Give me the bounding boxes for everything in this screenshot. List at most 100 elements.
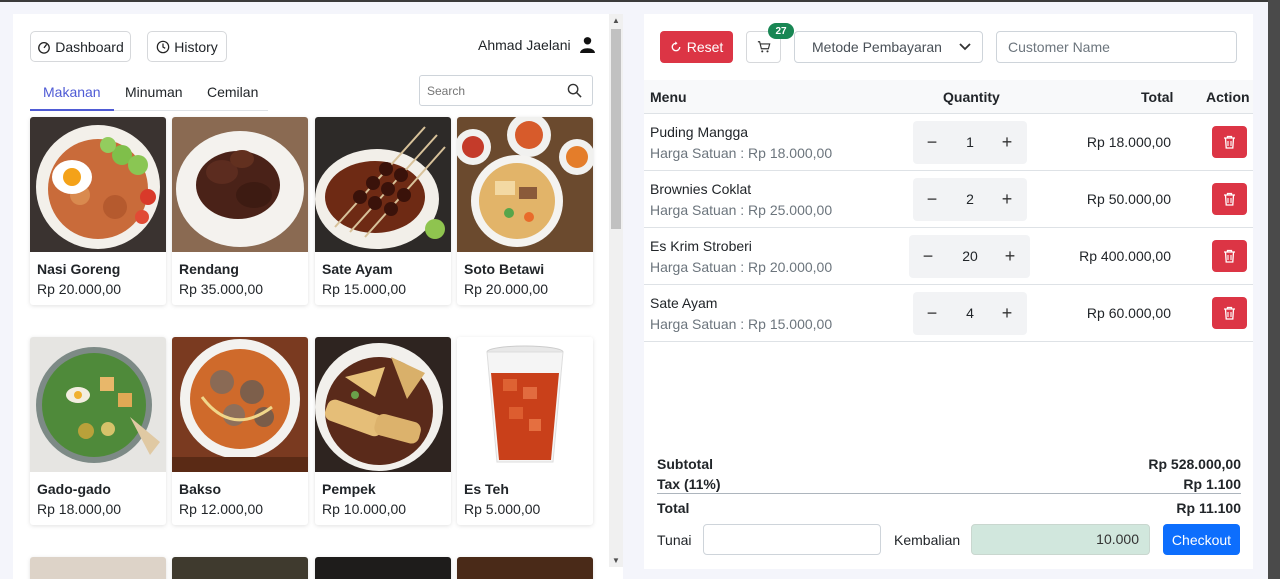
subtotal-value: Rp 528.000,00 xyxy=(1148,456,1241,472)
tab-makanan[interactable]: Makanan xyxy=(30,84,114,111)
menu-card-pempek[interactable]: Pempek Rp 10.000,00 xyxy=(315,337,451,525)
tab-cemilan[interactable]: Cemilan xyxy=(194,84,271,111)
column-total: Total xyxy=(1141,89,1174,105)
checkout-button[interactable]: Checkout xyxy=(1163,524,1240,555)
menu-item-name: Rendang xyxy=(179,261,239,277)
trash-icon xyxy=(1224,192,1235,206)
menu-item-price: Rp 20.000,00 xyxy=(464,281,549,297)
decrease-button[interactable]: − xyxy=(915,235,941,278)
menu-card-soto-betawi[interactable]: Soto Betawi Rp 20.000,00 xyxy=(457,117,593,305)
order-item-unit-price: Harga Satuan : Rp 25.000,00 xyxy=(650,202,833,218)
menu-card-gado-gado[interactable]: Gado-gado Rp 18.000,00 xyxy=(30,337,166,525)
dashboard-icon xyxy=(38,41,51,54)
payment-method-select[interactable]: Metode Pembayaran xyxy=(794,31,983,63)
menu-item-name: Sate Ayam xyxy=(322,261,393,277)
user-name: Ahmad Jaelani xyxy=(478,36,571,53)
delete-button[interactable] xyxy=(1212,126,1247,158)
menu-item-name: Bakso xyxy=(179,481,222,497)
order-item-total: Rp 50.000,00 xyxy=(1086,191,1171,207)
customer-name-input[interactable] xyxy=(997,32,1236,62)
quantity-value: 2 xyxy=(966,191,974,207)
search-input[interactable] xyxy=(420,76,560,105)
order-item-name: Es Krim Stroberi xyxy=(650,238,752,254)
menu-item-price: Rp 10.000,00 xyxy=(322,501,407,517)
scroll-up-arrow-icon[interactable]: ▲ xyxy=(612,16,620,25)
menu-panel: Dashboard History Ahmad Jaelani Makanan … xyxy=(13,14,623,579)
total-value: Rp 11.100 xyxy=(1176,500,1241,516)
tunai-box xyxy=(703,524,881,555)
delete-button[interactable] xyxy=(1212,297,1247,329)
menu-card-nasi-goreng[interactable]: Nasi Goreng Rp 20.000,00 xyxy=(30,117,166,305)
menu-card-partial[interactable] xyxy=(172,557,308,579)
reset-button[interactable]: Reset xyxy=(660,31,733,63)
menu-item-price: Rp 20.000,00 xyxy=(37,281,122,297)
scroll-down-arrow-icon[interactable]: ▼ xyxy=(612,556,620,565)
order-row: Puding Mangga Harga Satuan : Rp 18.000,0… xyxy=(644,114,1253,171)
increase-button[interactable]: + xyxy=(994,121,1020,164)
search-box xyxy=(419,75,593,106)
user-icon xyxy=(579,37,595,53)
increase-button[interactable]: + xyxy=(994,178,1020,221)
trash-icon xyxy=(1224,135,1235,149)
quantity-stepper: − 4 + xyxy=(913,292,1027,335)
menu-card-rendang[interactable]: Rendang Rp 35.000,00 xyxy=(172,117,308,305)
tax-value: Rp 1.100 xyxy=(1183,476,1241,492)
menu-item-name: Gado-gado xyxy=(37,481,111,497)
bakso-image xyxy=(172,337,308,472)
order-item-total: Rp 18.000,00 xyxy=(1086,134,1171,150)
quantity-stepper: − 20 + xyxy=(909,235,1030,278)
menu-item-price: Rp 5.000,00 xyxy=(464,501,541,517)
increase-button[interactable]: + xyxy=(994,292,1020,335)
payment-method-placeholder: Metode Pembayaran xyxy=(812,39,942,55)
dashboard-button[interactable]: Dashboard xyxy=(30,31,131,62)
cart-count-badge: 27 xyxy=(768,23,794,39)
order-panel: Reset 27 Metode Pembayaran Menu Quantity… xyxy=(644,14,1253,569)
order-item-total: Rp 60.000,00 xyxy=(1086,305,1171,321)
clock-icon xyxy=(156,40,170,53)
menu-item-name: Nasi Goreng xyxy=(37,261,121,277)
window-edge xyxy=(1268,0,1280,579)
decrease-button[interactable]: − xyxy=(919,178,945,221)
tunai-input[interactable] xyxy=(704,525,880,554)
delete-button[interactable] xyxy=(1212,183,1247,215)
summary-divider xyxy=(657,493,1241,494)
menu-card-partial[interactable] xyxy=(30,557,166,579)
reset-label: Reset xyxy=(686,39,724,55)
decrease-button[interactable]: − xyxy=(919,292,945,335)
subtotal-label: Subtotal xyxy=(657,456,713,472)
kembalian-label: Kembalian xyxy=(894,532,961,548)
sate-ayam-image xyxy=(315,117,451,252)
search-icon[interactable] xyxy=(567,83,582,98)
pempek-image xyxy=(315,337,451,472)
menu-scrollbar-thumb[interactable] xyxy=(611,29,621,229)
decrease-button[interactable]: − xyxy=(919,121,945,164)
column-action: Action xyxy=(1206,89,1250,105)
soto-betawi-image xyxy=(457,117,593,252)
order-item-unit-price: Harga Satuan : Rp 20.000,00 xyxy=(650,259,833,275)
order-row: Brownies Coklat Harga Satuan : Rp 25.000… xyxy=(644,171,1253,228)
refresh-icon xyxy=(671,41,681,52)
menu-card-es-teh[interactable]: Es Teh Rp 5.000,00 xyxy=(457,337,593,525)
menu-card-bakso[interactable]: Bakso Rp 12.000,00 xyxy=(172,337,308,525)
increase-button[interactable]: + xyxy=(997,235,1023,278)
menu-card-sate-ayam[interactable]: Sate Ayam Rp 15.000,00 xyxy=(315,117,451,305)
tab-minuman[interactable]: Minuman xyxy=(112,84,196,111)
category-tabs: Makanan Minuman Cemilan xyxy=(30,84,268,111)
quantity-stepper: − 1 + xyxy=(913,121,1027,164)
menu-item-name: Pempek xyxy=(322,481,376,497)
order-item-name: Puding Mangga xyxy=(650,124,749,140)
column-menu: Menu xyxy=(650,89,687,105)
menu-card-partial[interactable] xyxy=(315,557,451,579)
order-item-unit-price: Harga Satuan : Rp 18.000,00 xyxy=(650,145,833,161)
customer-name-box xyxy=(996,31,1237,63)
delete-button[interactable] xyxy=(1212,240,1247,272)
menu-card-partial[interactable] xyxy=(457,557,593,579)
window-top-border xyxy=(0,0,1280,2)
quantity-stepper: − 2 + xyxy=(913,178,1027,221)
column-quantity: Quantity xyxy=(943,89,1000,105)
dashboard-label: Dashboard xyxy=(55,38,124,55)
history-button[interactable]: History xyxy=(147,31,227,62)
user-info[interactable]: Ahmad Jaelani xyxy=(478,36,596,53)
gado-gado-image xyxy=(30,337,166,472)
tunai-label: Tunai xyxy=(657,532,692,548)
